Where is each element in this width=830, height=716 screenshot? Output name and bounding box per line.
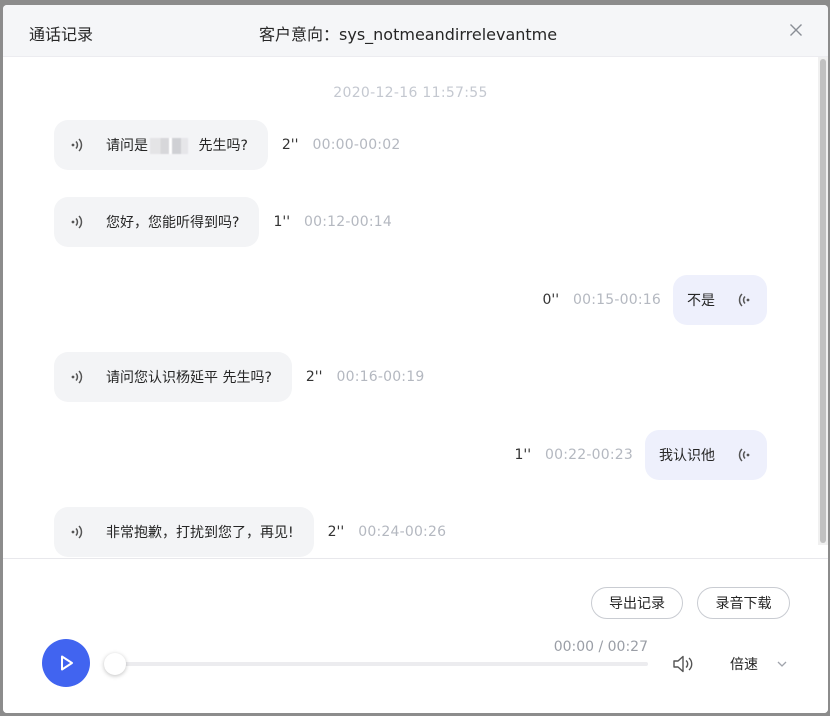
message-duration: 1'' bbox=[273, 214, 291, 230]
message-text: 请问是 先生吗? bbox=[106, 135, 248, 155]
message-time-range: 00:00-00:02 bbox=[312, 137, 401, 153]
progress-knob[interactable] bbox=[104, 653, 126, 675]
chat-scrollbar[interactable] bbox=[818, 57, 828, 545]
message-bubble[interactable]: 我认识他 bbox=[645, 430, 767, 480]
message-duration: 2'' bbox=[327, 524, 345, 540]
message-text-prefix: 请问是 bbox=[106, 138, 148, 154]
customer-intent: 客户意向：sys_notmeandirrelevantme bbox=[259, 21, 557, 45]
message-text: 不是 bbox=[687, 293, 715, 309]
message-time-range: 00:12-00:14 bbox=[304, 214, 392, 230]
message-time-range: 00:15-00:16 bbox=[573, 292, 661, 308]
download-recording-button[interactable]: 录音下载 bbox=[697, 587, 790, 619]
message-bubble[interactable]: 您好，您能听得到吗? bbox=[54, 197, 260, 247]
volume-icon[interactable] bbox=[671, 653, 695, 675]
dialog-title: 通话记录 bbox=[29, 25, 94, 44]
message-duration: 2'' bbox=[281, 137, 299, 153]
speaker-icon[interactable] bbox=[68, 523, 86, 541]
play-button[interactable] bbox=[42, 639, 90, 687]
message-time-range: 00:24-00:26 bbox=[358, 524, 447, 540]
call-record-dialog: 通话记录 客户意向：sys_notmeandirrelevantme 2020-… bbox=[3, 5, 828, 713]
progress-track[interactable] bbox=[113, 662, 648, 666]
message-time-range: 00:22-00:23 bbox=[545, 447, 633, 463]
speaker-icon[interactable] bbox=[68, 368, 86, 386]
intent-label: 客户意向： bbox=[259, 25, 340, 44]
intent-value: sys_notmeandirrelevantme bbox=[339, 25, 558, 44]
message-text: 我认识他 bbox=[659, 448, 715, 464]
message-bubble[interactable]: 请问是 先生吗? bbox=[54, 120, 268, 170]
chevron-down-icon bbox=[776, 658, 788, 670]
message-time-range: 00:16-00:19 bbox=[336, 369, 425, 385]
speaker-icon[interactable] bbox=[68, 213, 86, 231]
call-timestamp: 2020-12-16 11:57:55 bbox=[333, 85, 488, 101]
message-text: 您好，您能听得到吗? bbox=[106, 215, 240, 231]
message-bubble[interactable]: 不是 bbox=[673, 275, 767, 325]
close-icon[interactable] bbox=[786, 20, 806, 40]
message-row: 请问您认识杨延平 先生吗? 2'' 00:16-00:19 bbox=[54, 352, 424, 402]
dialog-header: 通话记录 客户意向：sys_notmeandirrelevantme bbox=[3, 5, 828, 57]
export-record-button[interactable]: 导出记录 bbox=[591, 587, 683, 619]
message-row: 请问是 先生吗? 2'' 00:00-00:02 bbox=[54, 120, 400, 170]
speaker-icon[interactable] bbox=[735, 446, 753, 464]
message-row: 非常抱歉，打扰到您了，再见! 2'' 00:24-00:26 bbox=[54, 507, 446, 557]
message-row: 0'' 00:15-00:16 不是 bbox=[542, 275, 767, 325]
playback-time: 00:00 / 00:27 bbox=[553, 639, 648, 655]
message-row: 您好，您能听得到吗? 1'' 00:12-00:14 bbox=[54, 197, 392, 247]
play-icon bbox=[61, 655, 73, 671]
message-duration: 1'' bbox=[514, 447, 532, 463]
message-row: 1'' 00:22-00:23 我认识他 bbox=[514, 430, 767, 480]
message-text-suffix: 先生吗? bbox=[194, 138, 248, 154]
message-bubble[interactable]: 请问您认识杨延平 先生吗? bbox=[54, 352, 292, 402]
redacted-name bbox=[150, 138, 188, 154]
message-text: 请问您认识杨延平 先生吗? bbox=[106, 370, 272, 386]
player-footer: 导出记录 录音下载 00:00 / 00:27 倍速 bbox=[3, 558, 828, 713]
chat-transcript[interactable]: 2020-12-16 11:57:55 请问是 先生吗? 2'' 00:00-0… bbox=[3, 57, 828, 557]
speed-label: 倍速 bbox=[730, 657, 758, 673]
message-bubble[interactable]: 非常抱歉，打扰到您了，再见! bbox=[54, 507, 314, 557]
message-duration: 0'' bbox=[542, 292, 560, 308]
message-text: 非常抱歉，打扰到您了，再见! bbox=[106, 525, 294, 541]
playback-speed-select[interactable]: 倍速 bbox=[730, 654, 788, 674]
speaker-icon[interactable] bbox=[68, 136, 86, 154]
message-duration: 2'' bbox=[305, 369, 323, 385]
speaker-icon[interactable] bbox=[735, 291, 753, 309]
scrollbar-thumb[interactable] bbox=[820, 59, 826, 543]
